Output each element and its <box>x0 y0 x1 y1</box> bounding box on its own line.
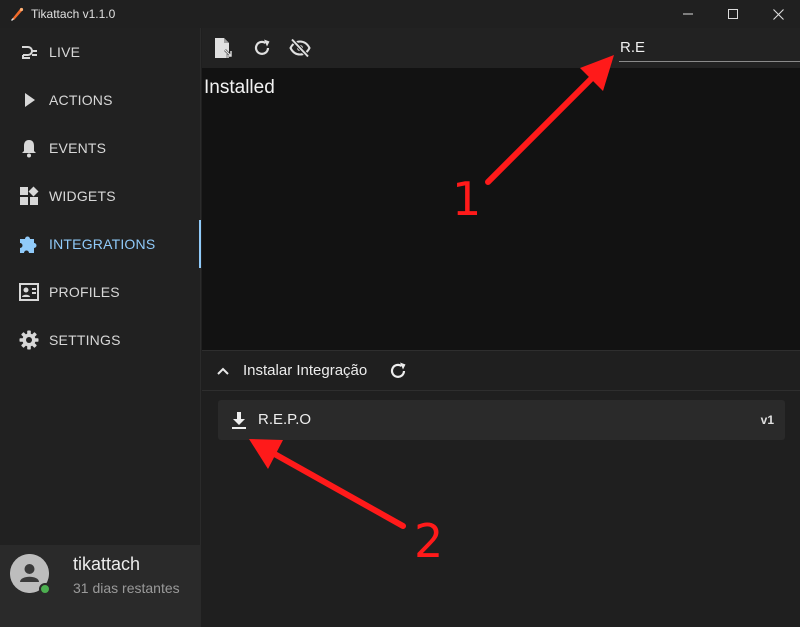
app-logo-icon <box>11 7 24 21</box>
sidebar: LIVE ACTIONS EVENTS WIDGETS INTEGRATIONS <box>0 28 201 627</box>
gear-icon <box>18 330 40 350</box>
toggle-visibility-button[interactable] <box>289 37 311 59</box>
sidebar-item-label: PROFILES <box>49 284 120 300</box>
user-subscription-status: 31 dias restantes <box>73 580 180 596</box>
sidebar-item-widgets[interactable]: WIDGETS <box>0 172 201 220</box>
toolbar <box>202 28 800 68</box>
bell-icon <box>18 138 40 158</box>
sidebar-item-label: ACTIONS <box>49 92 113 108</box>
eye-off-icon <box>289 38 311 58</box>
annotation-label-2: 2 <box>414 514 444 568</box>
plug-icon <box>18 42 40 62</box>
refresh-icon <box>254 39 270 55</box>
sidebar-item-settings[interactable]: SETTINGS <box>0 316 201 364</box>
close-icon <box>772 8 784 20</box>
maximize-button[interactable] <box>710 0 756 28</box>
user-profile[interactable]: tikattach 31 dias restantes <box>0 545 201 627</box>
main-panel: Installed Instalar Integração R.E.P.O v1 <box>202 28 800 627</box>
search-input[interactable] <box>619 34 800 62</box>
sidebar-item-profiles[interactable]: PROFILES <box>0 268 201 316</box>
sidebar-item-label: LIVE <box>49 44 81 60</box>
online-status-indicator <box>39 583 51 595</box>
import-file-button[interactable] <box>212 37 234 59</box>
sidebar-item-label: INTEGRATIONS <box>49 236 156 252</box>
integration-version: v1 <box>760 413 774 427</box>
profile-card-icon <box>18 282 40 302</box>
sidebar-item-label: SETTINGS <box>49 332 121 348</box>
sidebar-item-actions[interactable]: ACTIONS <box>0 76 201 124</box>
install-section-header[interactable]: Instalar Integração <box>202 351 800 391</box>
window-title: Tikattach v1.1.0 <box>31 7 116 21</box>
sidebar-item-label: WIDGETS <box>49 188 116 204</box>
puzzle-icon <box>18 234 40 254</box>
install-integration-section: Instalar Integração R.E.P.O v1 <box>202 350 800 627</box>
download-icon[interactable] <box>228 409 250 431</box>
chevron-up-icon[interactable] <box>215 363 231 379</box>
annotation-label-1: 1 <box>452 172 482 226</box>
user-name: tikattach <box>73 554 141 574</box>
title-bar: Tikattach v1.1.0 <box>0 0 800 28</box>
installed-heading: Installed <box>204 77 275 98</box>
app-window: Tikattach v1.1.0 LIVE ACTIONS EVENTS WID… <box>0 0 800 627</box>
sidebar-item-live[interactable]: LIVE <box>0 28 201 76</box>
maximize-icon <box>728 9 738 19</box>
play-icon <box>18 90 40 110</box>
minimize-button[interactable] <box>665 0 711 28</box>
refresh-icon[interactable] <box>388 361 408 381</box>
install-section-title: Instalar Integração <box>243 362 368 379</box>
minimize-icon <box>683 13 693 15</box>
sidebar-item-integrations[interactable]: INTEGRATIONS <box>0 220 201 268</box>
integration-item-repo[interactable]: R.E.P.O v1 <box>218 400 785 440</box>
file-import-icon <box>215 38 233 58</box>
close-button[interactable] <box>755 0 800 28</box>
refresh-button[interactable] <box>251 37 273 59</box>
integration-name: R.E.P.O <box>258 411 312 428</box>
widgets-icon <box>18 186 40 206</box>
sidebar-item-events[interactable]: EVENTS <box>0 124 201 172</box>
sidebar-item-label: EVENTS <box>49 140 107 156</box>
installed-panel: Installed <box>202 68 800 350</box>
